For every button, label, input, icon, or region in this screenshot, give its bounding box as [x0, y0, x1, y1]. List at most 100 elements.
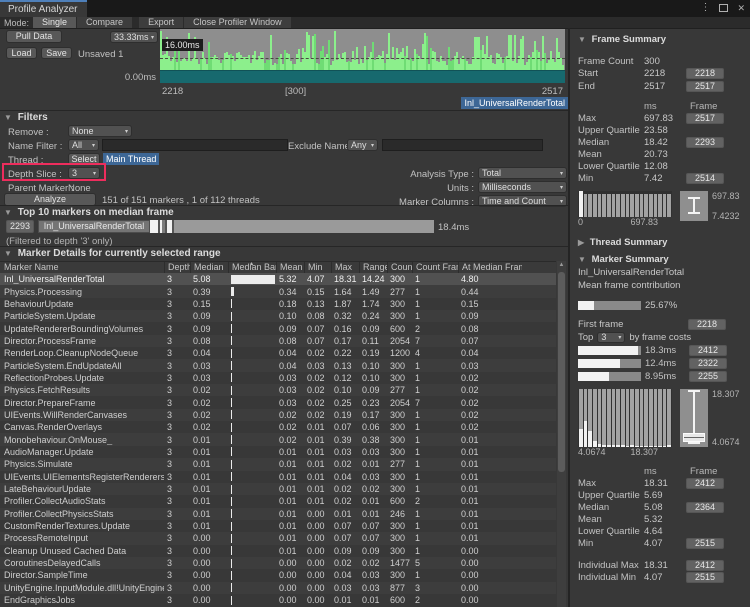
table-row[interactable]: Physics.Simulate30.010.010.010.020.01277… [0, 458, 556, 470]
top10-marker-bar[interactable]: Inl_UniversalRenderTotal [38, 220, 434, 233]
table-row[interactable]: Director.PrepareFrame30.020.030.020.250.… [0, 396, 556, 408]
goto-frame-button[interactable]: 2255 [689, 371, 727, 382]
close-profiler-window-button[interactable]: Close Profiler Window [184, 17, 291, 28]
stat-row: Lower Quartile12.08 [578, 161, 746, 173]
table-row[interactable]: Profiler.CollectAudioStats30.010.010.010… [0, 495, 556, 507]
goto-frame-button[interactable]: 2218 [686, 68, 724, 79]
top10-frame-button[interactable]: 2293 [6, 220, 34, 233]
tab-profile-analyzer[interactable]: Profile Analyzer [0, 0, 87, 18]
top10-header[interactable]: ▼ Top 10 markers on median frame [4, 207, 174, 218]
median-bar [231, 398, 232, 407]
analysis-type-dropdown[interactable]: Total ▾ [478, 167, 567, 179]
hist-bucket [612, 191, 616, 217]
scroll-up-icon[interactable]: ▲ [557, 261, 566, 270]
marker-summary-header[interactable]: ▼ Marker Summary [578, 253, 746, 266]
maximize-icon[interactable] [719, 4, 728, 12]
column-header-at-median-frame[interactable]: At Median Frame [458, 262, 522, 273]
goto-frame-button[interactable]: 2364 [686, 502, 724, 513]
name-filter-input[interactable] [102, 139, 288, 151]
close-icon[interactable]: ✕ [737, 3, 745, 14]
column-header-marker-name[interactable]: Marker Name [0, 262, 164, 273]
goto-frame-button[interactable]: 2517 [686, 81, 724, 92]
table-row[interactable]: BehaviourUpdate30.150.180.131.871.743001… [0, 298, 556, 310]
table-row[interactable]: ParticleSystem.EndUpdateAll30.030.040.03… [0, 359, 556, 371]
column-header-max[interactable]: Max [331, 262, 359, 273]
table-row[interactable]: LateBehaviourUpdate30.010.010.010.020.02… [0, 483, 556, 495]
table-row[interactable]: AudioManager.Update30.010.010.010.030.03… [0, 446, 556, 458]
goto-frame-button[interactable]: 2293 [686, 137, 724, 148]
stat-value: 697.83 [644, 113, 686, 124]
depth-slice-dropdown[interactable]: 3 ▾ [68, 167, 100, 179]
scrollbar-thumb[interactable] [558, 272, 565, 472]
column-header-count-frame[interactable]: Count Frame [412, 262, 458, 273]
goto-frame-button[interactable]: 2412 [689, 345, 727, 356]
marker-details-header[interactable]: ▼ Marker Details for currently selected … [4, 248, 221, 259]
table-row[interactable]: Director.SampleTime30.000.000.000.040.03… [0, 569, 556, 581]
column-header-median[interactable]: Median [190, 262, 228, 273]
goto-frame-button[interactable]: 2412 [686, 560, 724, 571]
table-row[interactable]: Canvas.RenderOverlays30.020.020.010.070.… [0, 421, 556, 433]
table-cell: 4 [412, 348, 458, 358]
top10-marker-segment[interactable]: Inl_UniversalRenderTotal [38, 220, 150, 233]
table-row[interactable]: Director.ProcessFrame30.080.080.070.170.… [0, 335, 556, 347]
goto-frame-button[interactable]: 2515 [686, 538, 724, 549]
marker-histogram[interactable] [578, 389, 672, 447]
marker-box-plot [680, 389, 708, 447]
table-row[interactable]: Monobehaviour.OnMouse_30.010.020.010.390… [0, 433, 556, 445]
goto-frame-button[interactable]: 2515 [686, 572, 724, 583]
frame-summary-header[interactable]: ▼ Frame Summary [578, 33, 746, 46]
table-scrollbar[interactable]: ▲ [557, 261, 566, 607]
table-row[interactable]: UIEvents.UIElementsRegisterRenderers30.0… [0, 471, 556, 483]
table-row[interactable]: ParticleSystem.Update30.090.100.080.320.… [0, 310, 556, 322]
table-row[interactable]: UpdateRendererBoundingVolumes30.090.090.… [0, 322, 556, 334]
table-row[interactable]: Physics.Processing30.390.340.151.641.492… [0, 285, 556, 297]
table-row[interactable]: Physics.FetchResults30.020.030.020.100.0… [0, 384, 556, 396]
column-header-count[interactable]: Count [387, 262, 412, 273]
exclude-names-input[interactable] [382, 139, 543, 151]
table-row[interactable]: EndGraphicsJobs30.000.000.000.010.016002… [0, 594, 556, 606]
save-button[interactable]: Save [41, 47, 72, 59]
table-row[interactable]: Profiler.CollectPhysicsStats30.010.010.0… [0, 508, 556, 520]
units-dropdown[interactable]: Milliseconds ▾ [478, 181, 567, 193]
stat-value: 5.08 [644, 502, 686, 513]
filters-header[interactable]: ▼ Filters [4, 112, 48, 123]
foldout-open-icon: ▼ [4, 208, 12, 217]
column-header-median-bar[interactable]: Median Bar▴ [228, 262, 276, 273]
pull-data-button[interactable]: Pull Data [6, 30, 62, 43]
goto-frame-button[interactable]: 2322 [689, 358, 727, 369]
export-button[interactable]: Export [139, 17, 183, 28]
table-row[interactable]: Inl_UniversalRenderTotal35.085.324.0718.… [0, 273, 556, 285]
table-row[interactable]: CustomRenderTextures.Update30.010.010.00… [0, 520, 556, 532]
hist-bucket [588, 389, 592, 447]
remove-dropdown[interactable]: None ▾ [68, 125, 132, 137]
menu-icon[interactable]: ⋮ [700, 2, 710, 14]
column-header-mean[interactable]: Mean [276, 262, 304, 273]
frame-histogram[interactable] [578, 191, 672, 217]
selected-marker-chip[interactable]: Inl_UniversalRenderTotal [461, 97, 568, 109]
median-bar [231, 497, 232, 506]
goto-frame-button[interactable]: 2514 [686, 173, 724, 184]
table-row[interactable]: UIEvents.WillRenderCanvases30.020.020.02… [0, 409, 556, 421]
column-header-min[interactable]: Min [304, 262, 331, 273]
thread-select-button[interactable]: Select [68, 153, 100, 165]
table-row[interactable]: UnityEngine.InputModule.dll!UnityEngineI… [0, 582, 556, 594]
name-filter-mode-dropdown[interactable]: All ▾ [68, 139, 99, 151]
goto-frame-button[interactable]: 2517 [686, 113, 724, 124]
table-row[interactable]: ProcessRemoteInput30.000.010.000.070.073… [0, 532, 556, 544]
frame-time-chart[interactable]: 16.00ms [160, 29, 565, 83]
table-row[interactable]: Cleanup Unused Cached Data30.000.010.000… [0, 545, 556, 557]
first-frame-button[interactable]: 2218 [688, 319, 726, 330]
thread-summary-header[interactable]: ▶ Thread Summary [578, 236, 746, 249]
mode-compare-button[interactable]: Compare [77, 17, 132, 28]
top-count-dropdown[interactable]: 3 ▾ [597, 332, 625, 343]
column-header-depth[interactable]: Depth [164, 262, 190, 273]
column-header-range[interactable]: Range [359, 262, 387, 273]
mode-single-button[interactable]: Single [33, 17, 76, 28]
load-button[interactable]: Load [6, 47, 37, 59]
table-row[interactable]: RenderLoop.CleanupNodeQueue30.040.040.02… [0, 347, 556, 359]
frame-range-dropdown[interactable]: 33.33ms ▾ [110, 31, 158, 43]
table-row[interactable]: ReflectionProbes.Update30.030.030.020.12… [0, 372, 556, 384]
goto-frame-button[interactable]: 2412 [686, 478, 724, 489]
table-row[interactable]: CoroutinesDelayedCalls30.000.000.000.020… [0, 557, 556, 569]
exclude-names-mode-dropdown[interactable]: Any ▾ [347, 139, 378, 151]
